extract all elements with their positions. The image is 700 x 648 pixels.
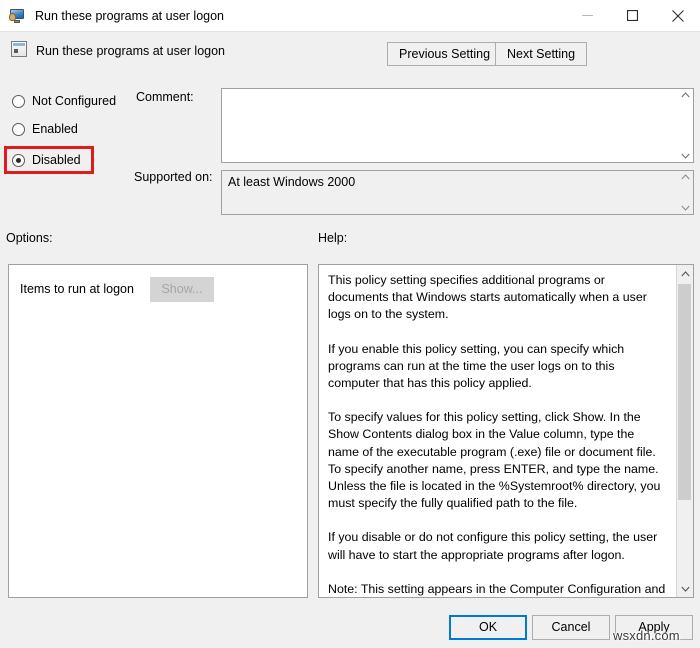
scroll-up-icon [680, 174, 690, 180]
supported-on-field: At least Windows 2000 [221, 170, 694, 215]
scroll-up-icon[interactable] [677, 265, 693, 282]
radio-not-configured[interactable]: Not Configured [12, 92, 116, 110]
radio-enabled-mark [12, 122, 25, 136]
scroll-down-icon [680, 153, 690, 159]
help-scrollbar[interactable] [676, 265, 693, 597]
help-text: This policy setting specifies additional… [319, 265, 676, 597]
help-label: Help: [318, 231, 348, 245]
disabled-highlight-annotation [4, 146, 94, 174]
policy-setting-icon [11, 41, 27, 57]
help-paragraph: If you enable this policy setting, you c… [328, 341, 625, 391]
previous-setting-button[interactable]: Previous Setting [387, 42, 503, 66]
options-row: Items to run at logon Show... [9, 275, 307, 303]
options-panel: Items to run at logon Show... [8, 264, 308, 598]
dialog-header: Run these programs at user logon Previou… [0, 31, 700, 73]
radio-not-configured-label: Not Configured [32, 94, 117, 108]
scroll-down-icon[interactable] [677, 580, 693, 597]
scroll-up-icon [680, 92, 690, 98]
help-paragraph: To specify values for this policy settin… [328, 410, 661, 511]
items-to-run-label: Items to run at logon [20, 282, 134, 296]
maximize-icon[interactable] [610, 0, 655, 31]
radio-enabled-label: Enabled [32, 122, 78, 136]
ok-button[interactable]: OK [449, 615, 527, 640]
title-bar: Run these programs at user logon [0, 0, 700, 31]
comment-input[interactable] [221, 88, 694, 163]
next-setting-button[interactable]: Next Setting [495, 42, 588, 66]
help-paragraph: Note: This setting appears in the Comput… [328, 581, 666, 596]
help-scrollbar-thumb[interactable] [678, 284, 691, 500]
supported-on-value: At least Windows 2000 [228, 175, 356, 189]
help-panel: This policy setting specifies additional… [318, 264, 694, 598]
policy-title: Run these programs at user logon [36, 44, 225, 58]
comment-label: Comment: [136, 90, 194, 104]
close-icon[interactable] [655, 0, 700, 31]
supported-on-label: Supported on: [134, 170, 213, 184]
help-paragraph: This policy setting specifies additional… [328, 273, 647, 322]
watermark: wsxdn.com [613, 628, 680, 643]
comment-value[interactable] [222, 89, 677, 162]
cancel-button[interactable]: Cancel [532, 615, 610, 640]
window-controls [565, 0, 700, 31]
monitor-icon [9, 7, 26, 24]
comment-scrollbar[interactable] [677, 89, 693, 162]
scroll-down-icon [680, 205, 690, 211]
supported-on-scrollbar[interactable] [677, 171, 693, 214]
minimize-icon[interactable] [565, 0, 610, 31]
radio-not-configured-mark [12, 94, 25, 108]
help-paragraph: If you disable or do not configure this … [328, 530, 658, 562]
options-label: Options: [6, 231, 53, 245]
radio-enabled[interactable]: Enabled [12, 120, 78, 138]
show-button[interactable]: Show... [149, 276, 214, 302]
window-title: Run these programs at user logon [35, 8, 224, 23]
